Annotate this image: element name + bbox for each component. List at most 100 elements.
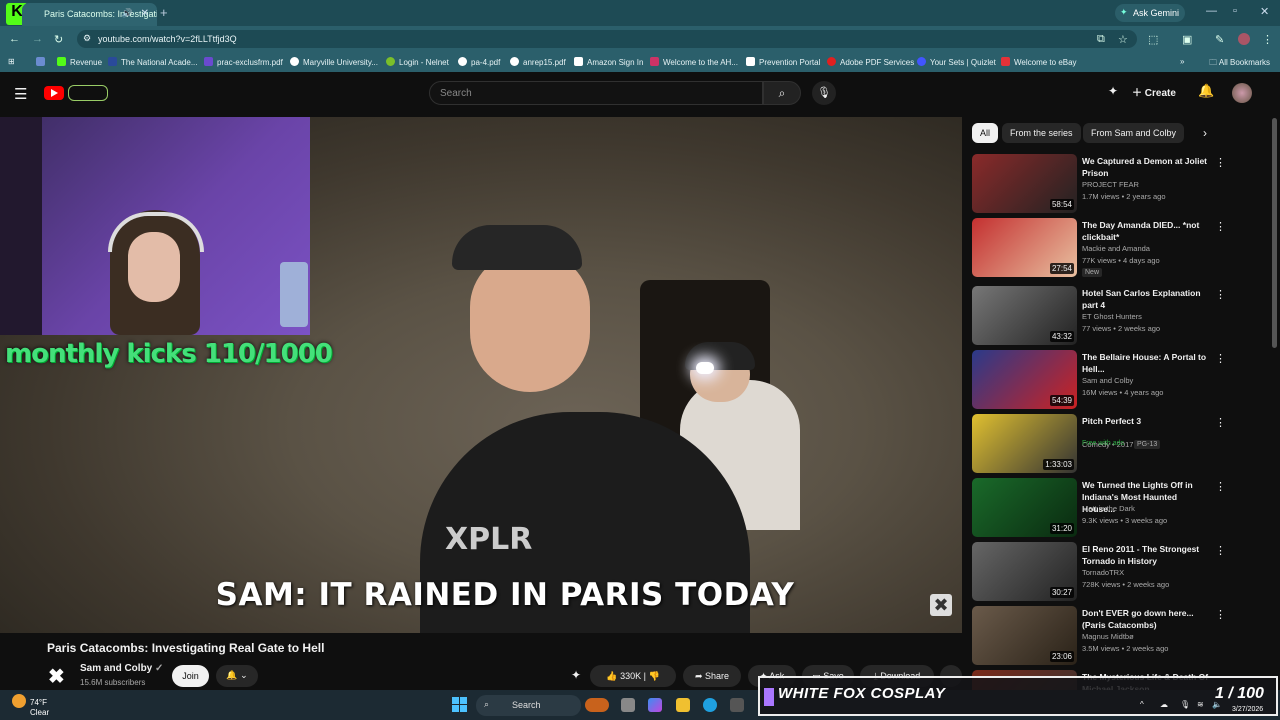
all-bookmarks[interactable]: 🗀 All Bookmarks (1209, 57, 1270, 71)
forward-icon[interactable]: → (32, 33, 43, 45)
bookmark-item[interactable]: Prevention Portal (746, 57, 820, 67)
more-options-icon[interactable]: ⋮ (1215, 288, 1226, 301)
tray-chevron-icon[interactable]: ^ (1140, 700, 1144, 709)
chip-from-the-series[interactable]: From the series (1002, 123, 1081, 143)
bookmark-item[interactable]: Adobe PDF Services (827, 57, 914, 67)
mic-tray-icon[interactable]: 🎙 (1180, 700, 1190, 709)
browser-menu-icon[interactable]: ⋮ (1262, 33, 1273, 46)
bookmark-item[interactable]: anrep15.pdf (510, 57, 566, 67)
hamburger-menu-icon[interactable]: ☰ (14, 85, 27, 103)
more-options-icon[interactable]: ⋮ (1215, 416, 1226, 429)
browser-tab[interactable]: Paris Catacombs: Investigati 🔊 ✕ (22, 3, 157, 26)
more-options-icon[interactable]: ⋮ (1215, 608, 1226, 621)
search-icon[interactable]: ⌕ (763, 81, 801, 105)
more-options-icon[interactable]: ⋮ (1215, 156, 1226, 169)
related-video-item[interactable]: 23:06 Don't EVER go down here... (Paris … (972, 606, 1226, 666)
ask-gemini-button[interactable]: ✦ Ask Gemini (1115, 4, 1185, 22)
weather-widget[interactable]: 74°F Clear (12, 694, 49, 717)
site-info-icon[interactable]: ⚙ (83, 33, 91, 44)
file-explorer-icon[interactable] (676, 698, 690, 712)
bookmark-item[interactable]: The National Acade... (108, 57, 198, 67)
apps-icon[interactable]: ⊞ (8, 57, 15, 66)
cloud-icon[interactable]: ☁ (1160, 700, 1168, 709)
bookmark-item[interactable] (36, 57, 49, 67)
related-video-item[interactable]: 43:32 Hotel San Carlos Explanation part … (972, 286, 1226, 346)
profile-avatar[interactable] (1238, 33, 1250, 45)
more-options-icon[interactable]: ⋮ (1215, 544, 1226, 557)
sidebar-scrollbar[interactable] (1272, 118, 1277, 348)
side-panel-icon[interactable]: ▣ (1182, 33, 1192, 46)
account-avatar[interactable] (1232, 83, 1252, 103)
share-button[interactable]: ➦ Share (683, 665, 741, 687)
close-tab-icon[interactable]: ✕ (141, 8, 149, 19)
search-icon: ⌕ (484, 699, 490, 709)
chevron-right-icon[interactable]: › (1203, 126, 1207, 140)
like-dislike-button[interactable]: 👍 330K | 👎 (590, 665, 676, 687)
speaker-icon[interactable]: 🔊 (122, 8, 133, 19)
browser-tab-strip (0, 0, 1280, 26)
bookmark-icon (36, 57, 45, 66)
bookmark-icon (458, 57, 467, 66)
taskbar-search[interactable]: ⌕ Search (476, 695, 581, 716)
more-bookmarks-icon[interactable]: » (1180, 57, 1184, 66)
free-with-ads-badge: Free with ads (1082, 440, 1125, 447)
more-options-icon[interactable]: ⋮ (1215, 220, 1226, 233)
related-video-item[interactable]: 1:33:03 Pitch Perfect 3 Comedy • 2017 Fr… (972, 414, 1226, 474)
close-overlay-icon[interactable]: ✖ (930, 594, 952, 616)
maximize-icon[interactable]: ▫ (1233, 5, 1237, 17)
youtube-logo[interactable] (44, 86, 64, 100)
extensions-icon[interactable]: ⬚ (1148, 33, 1158, 46)
microphone-icon[interactable]: 🎙 (812, 81, 836, 105)
youtube-doodle[interactable] (68, 85, 108, 101)
new-tab-button[interactable]: + (160, 5, 168, 20)
more-options-icon[interactable]: ⋮ (1215, 480, 1226, 493)
copilot-icon[interactable] (648, 698, 662, 712)
cast-icon[interactable]: ⧉ (1097, 33, 1105, 46)
bookmark-item[interactable]: Amazon Sign In (574, 57, 643, 67)
extension-icon[interactable]: ✎ (1215, 33, 1224, 46)
video-duration: 30:27 (1049, 587, 1074, 598)
bookmark-item[interactable]: Login - Nelnet (386, 57, 449, 67)
related-video-item[interactable]: 31:20 We Turned the Lights Off in Indian… (972, 478, 1226, 538)
sparkle-action-icon[interactable]: ✦ (571, 668, 581, 682)
url-text: youtube.com/watch?v=2fLLTtfjd3Q (98, 34, 237, 44)
chip-from-sam-and-colby[interactable]: From Sam and Colby (1083, 123, 1185, 143)
channel-avatar[interactable]: ✖ (48, 664, 72, 688)
bookmark-star-icon[interactable]: ☆ (1118, 33, 1128, 46)
related-video-item[interactable]: 54:39 The Bellaire House: A Portal to He… (972, 350, 1226, 410)
join-button[interactable]: Join (172, 665, 209, 687)
bookmark-item[interactable]: Your Sets | Quizlet (917, 57, 996, 67)
minimize-icon[interactable]: — (1206, 5, 1217, 17)
bookmark-item[interactable]: Welcome to the AH... (650, 57, 738, 67)
channel-name[interactable]: Sam and Colby ✓ (80, 663, 163, 674)
wifi-icon[interactable]: ≋ (1197, 700, 1204, 709)
sparkle-icon[interactable]: ✦ (1108, 84, 1118, 98)
related-video-item[interactable]: 58:54 We Captured a Demon at Joliet Pris… (972, 154, 1226, 214)
reload-icon[interactable]: ↻ (54, 33, 63, 46)
windows-start-icon[interactable] (452, 697, 467, 712)
bookmark-label: Your Sets | Quizlet (930, 58, 996, 67)
search-input[interactable]: Search (429, 81, 763, 105)
related-video-item[interactable]: 27:54 The Day Amanda DIED... *not clickb… (972, 218, 1226, 278)
related-video-item[interactable]: 30:27 El Reno 2011 - The Strongest Torna… (972, 542, 1226, 602)
bookmark-item[interactable]: prac-exclusfrm.pdf (204, 57, 283, 67)
task-view-icon[interactable] (621, 698, 635, 712)
bookmark-item[interactable]: Revenue (57, 57, 102, 67)
volume-icon[interactable]: 🔈 (1212, 700, 1222, 709)
more-options-icon[interactable]: ⋮ (1215, 352, 1226, 365)
bookmark-item[interactable]: Maryville University... (290, 57, 378, 67)
taskbar-date[interactable]: 3/27/2026 (1232, 706, 1263, 713)
subscribe-bell-button[interactable]: 🔔 ⌄ (216, 665, 258, 687)
bookmark-item[interactable]: Welcome to eBay (1001, 57, 1077, 67)
taskbar-app-icon[interactable] (585, 698, 609, 712)
chip-all[interactable]: All (972, 123, 999, 143)
create-button[interactable]: ＋ Create (1132, 84, 1176, 99)
back-icon[interactable]: ← (9, 33, 20, 45)
store-icon[interactable] (730, 698, 744, 712)
edge-icon[interactable] (703, 698, 717, 712)
close-window-icon[interactable]: ✕ (1260, 5, 1269, 18)
search-placeholder: Search (440, 88, 472, 99)
bookmark-item[interactable]: pa-4.pdf (458, 57, 500, 67)
url-field[interactable]: ⚙ youtube.com/watch?v=2fLLTtfjd3Q (77, 30, 1137, 48)
notifications-bell-icon[interactable]: 🔔 (1198, 83, 1214, 99)
